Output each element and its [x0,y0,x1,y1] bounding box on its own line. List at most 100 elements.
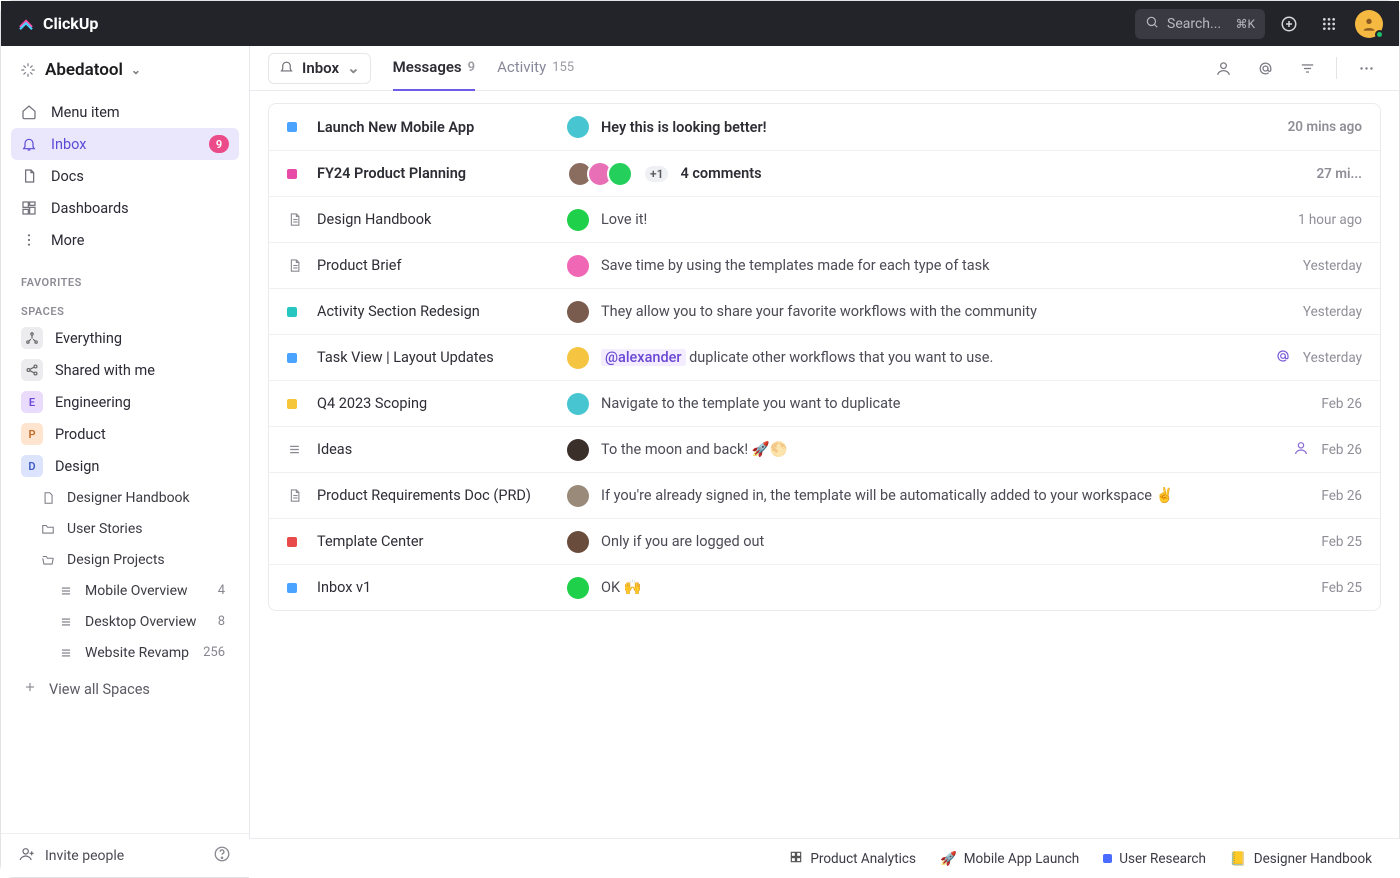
message-row[interactable]: Task View | Layout Updates @alexander dup… [269,334,1380,380]
tree-design-projects[interactable]: Design Projects [29,544,239,575]
message-row[interactable]: Launch New Mobile AppHey this is looking… [269,104,1380,150]
bell-icon [279,59,294,78]
message-preview: Navigate to the template you want to dup… [601,395,1309,412]
message-title: Template Center [317,533,567,550]
app-logo[interactable]: ClickUp [17,14,98,33]
chevron-down-icon: ⌄ [347,59,360,77]
person-filter-icon[interactable] [1208,53,1238,83]
list-website-revamp[interactable]: Website Revamp 256 [47,637,239,668]
message-title: Design Handbook [317,211,567,228]
message-row[interactable]: Q4 2023 Scoping Navigate to the template … [269,380,1380,426]
apps-grid-icon[interactable] [1313,8,1345,40]
network-icon [21,327,43,349]
avatar-overflow-count: +1 [645,166,668,182]
nav-dashboards[interactable]: Dashboards [11,192,239,224]
folder-icon [41,522,57,536]
tree-label: Website Revamp [85,645,189,661]
message-row[interactable]: Design HandbookLove it!1 hour ago [269,196,1380,242]
create-button[interactable] [1273,8,1305,40]
tree-designer-handbook[interactable]: Designer Handbook [29,482,239,513]
message-timestamp: 20 mins ago [1288,119,1362,135]
message-preview: They allow you to share your favorite wo… [601,303,1291,320]
user-avatar[interactable] [1355,10,1383,38]
invite-people[interactable]: Invite people [45,848,124,864]
inbox-view-dropdown[interactable]: Inbox ⌄ [268,53,371,84]
assignee-icon [1293,440,1309,460]
space-product[interactable]: P Product [11,418,239,450]
workspace-name: Abedatool [45,60,123,80]
list-icon [59,646,75,660]
message-title: Activity Section Redesign [317,303,567,320]
message-preview: Hey this is looking better! [601,119,1276,136]
avatar-icon [567,577,589,599]
message-row[interactable]: Activity Section Redesign They allow you … [269,288,1380,334]
footer-label: Product Analytics [810,851,916,867]
nav-more[interactable]: More [11,224,239,256]
avatar-icon [567,301,589,323]
tab-messages[interactable]: Messages 9 [393,46,475,91]
message-timestamp: 1 hour ago [1298,212,1362,228]
footer-item-analytics[interactable]: Product Analytics [789,850,916,868]
avatar-icon [607,161,633,187]
space-design[interactable]: D Design [11,450,239,482]
message-preview: Only if you are logged out [601,533,1309,550]
list-icon [59,615,75,629]
message-preview: @alexander duplicate other workflows tha… [601,349,1265,366]
status-square-icon [287,399,303,409]
list-desktop-overview[interactable]: Desktop Overview 8 [47,606,239,637]
message-row[interactable]: IdeasTo the moon and back! 🚀🌕Feb 26 [269,426,1380,472]
tree-label: Desktop Overview [85,614,196,630]
message-row[interactable]: FY24 Product Planning+14 comments27 mi..… [269,150,1380,196]
nav-menu-item[interactable]: Menu item [11,96,239,128]
message-row[interactable]: Product BriefSave time by using the temp… [269,242,1380,288]
favorites-heading: FAVORITES [1,264,249,293]
message-row[interactable]: Product Requirements Doc (PRD)If you're … [269,472,1380,518]
nav-label: More [51,232,84,249]
avatar-icon [567,116,589,138]
message-preview: OK 🙌 [601,579,1309,596]
message-title: Q4 2023 Scoping [317,395,567,412]
space-label: Design [55,458,99,475]
footer-item-user-research[interactable]: User Research [1103,851,1206,867]
footer-tray: Product Analytics 🚀 Mobile App Launch Us… [249,838,1400,878]
footer-label: Designer Handbook [1254,851,1372,867]
nav-docs[interactable]: Docs [11,160,239,192]
view-all-spaces[interactable]: View all Spaces [11,672,239,706]
tree-user-stories[interactable]: User Stories [29,513,239,544]
space-shared[interactable]: Shared with me [11,354,239,386]
message-title: Product Brief [317,257,567,274]
avatar-icon [567,485,589,507]
message-row[interactable]: Inbox v1OK 🙌Feb 25 [269,564,1380,610]
at-mention-icon[interactable] [1250,53,1280,83]
tree-label: Mobile Overview [85,583,188,599]
list-mobile-overview[interactable]: Mobile Overview 4 [47,575,239,606]
message-timestamp: 27 mi... [1316,166,1362,182]
space-label: Shared with me [55,362,155,379]
footer-item-designer-handbook[interactable]: 📒 Designer Handbook [1230,851,1372,867]
nav-label: Docs [51,168,84,185]
filter-icon[interactable] [1292,53,1322,83]
message-timestamp: Yesterday [1303,350,1362,366]
message-preview: If you're already signed in, the templat… [601,487,1309,504]
note-icon: 📒 [1230,851,1247,867]
message-timestamp: Feb 25 [1321,534,1362,550]
more-horizontal-icon[interactable] [1351,53,1381,83]
message-title: Inbox v1 [317,579,567,596]
bell-icon [21,136,39,152]
space-engineering[interactable]: E Engineering [11,386,239,418]
at-mention-icon [1275,348,1291,368]
mention-chip: @alexander [601,349,686,366]
share-icon [21,359,43,381]
nav-label: Dashboards [51,200,129,217]
status-square-icon [287,169,303,179]
message-title: Task View | Layout Updates [317,349,567,366]
space-everything[interactable]: Everything [11,322,239,354]
message-row[interactable]: Template Center Only if you are logged ou… [269,518,1380,564]
help-icon[interactable] [213,845,231,867]
search-input[interactable]: Search... ⌘K [1135,9,1265,39]
tab-activity[interactable]: Activity 155 [497,46,574,91]
message-title: FY24 Product Planning [317,165,567,182]
footer-item-mobile-launch[interactable]: 🚀 Mobile App Launch [940,851,1079,867]
workspace-switcher[interactable]: Abedatool ⌄ [1,46,249,94]
nav-inbox[interactable]: Inbox 9 [11,128,239,160]
